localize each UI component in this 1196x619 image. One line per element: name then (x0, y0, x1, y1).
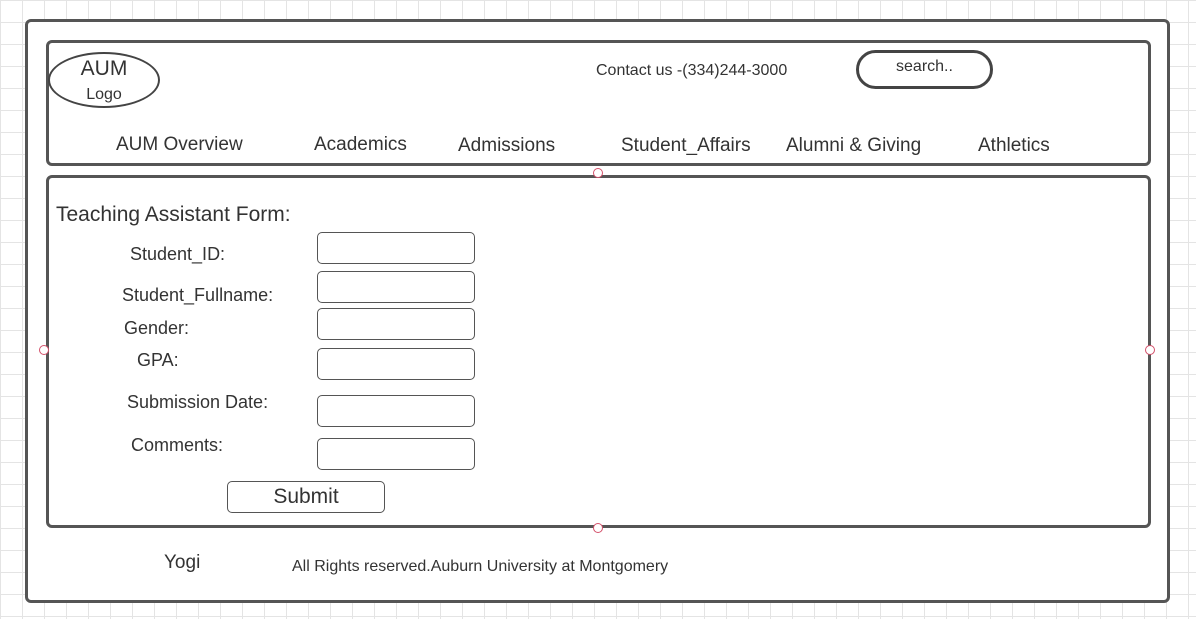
nav-item-student-affairs[interactable]: Student_Affairs (621, 135, 751, 157)
footer-author: Yogi (164, 552, 201, 573)
student-fullname-label: Student_Fullname: (122, 285, 274, 305)
form-panel (46, 175, 1151, 528)
footer-copyright: All Rights reserved.Auburn University at… (292, 558, 669, 575)
resize-handle-top[interactable] (593, 168, 603, 178)
submission-date-label: Submission Date: (127, 392, 269, 412)
student-fullname-input[interactable] (317, 271, 475, 303)
resize-handle-right[interactable] (1145, 345, 1155, 355)
search-label: search.. (896, 58, 953, 75)
submit-button[interactable]: Submit (227, 481, 385, 513)
nav-item-alumni-giving[interactable]: Alumni & Giving (786, 135, 921, 157)
gpa-label: GPA: (137, 350, 179, 370)
nav-item-aum-overview[interactable]: AUM Overview (116, 134, 243, 156)
comments-input[interactable] (317, 438, 475, 470)
nav-item-admissions[interactable]: Admissions (458, 135, 555, 157)
gpa-input[interactable] (317, 348, 475, 380)
resize-handle-left[interactable] (39, 345, 49, 355)
form-title: Teaching Assistant Form: (56, 203, 291, 226)
resize-handle-bottom[interactable] (593, 523, 603, 533)
student-id-input[interactable] (317, 232, 475, 264)
submission-date-input[interactable] (317, 395, 475, 427)
nav-item-athletics[interactable]: Athletics (978, 135, 1050, 157)
comments-label: Comments: (131, 435, 224, 455)
nav-item-academics[interactable]: Academics (314, 134, 407, 156)
gender-input[interactable] (317, 308, 475, 340)
student-id-label: Student_ID: (130, 244, 226, 264)
logo-subtitle: Logo (86, 86, 122, 103)
contact-info: Contact us -(334)244-3000 (596, 62, 788, 79)
gender-label: Gender: (124, 318, 190, 338)
search-button[interactable]: search.. (856, 50, 993, 89)
logo-title: AUM (80, 57, 128, 80)
